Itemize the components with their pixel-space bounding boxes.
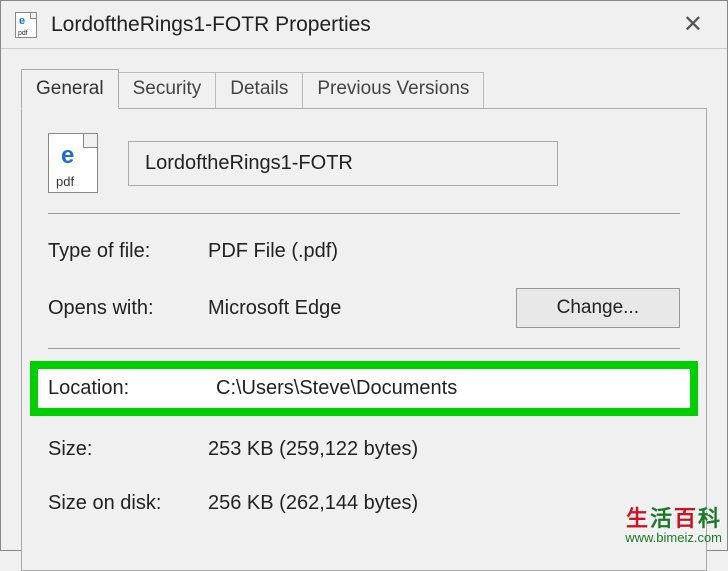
titlebar: e pdf LordoftheRings1-FOTR Properties ✕ [1, 1, 727, 49]
row-location-highlighted: Location: C:\Users\Steve\Documents [30, 361, 698, 416]
watermark-url: www.bimeiz.com [625, 531, 722, 545]
tab-security[interactable]: Security [118, 72, 217, 108]
label-sizedisk: Size on disk: [48, 492, 208, 515]
row-size: Size: 253 KB (259,122 bytes) [48, 432, 680, 466]
value-location: C:\Users\Steve\Documents [216, 377, 680, 400]
general-panel: e pdf LordoftheRings1-FOTR Type of file:… [21, 108, 707, 571]
label-opens: Opens with: [48, 297, 208, 320]
pdf-label: pdf [56, 174, 74, 189]
properties-window: e pdf LordoftheRings1-FOTR Properties ✕ … [0, 0, 728, 551]
watermark: 生活百科 www.bimeiz.com [625, 507, 722, 545]
divider [48, 348, 680, 349]
watermark-text: 生活百科 [625, 507, 722, 531]
close-button[interactable]: ✕ [673, 6, 713, 43]
row-size-on-disk: Size on disk: 256 KB (262,144 bytes) [48, 486, 680, 520]
pdf-label: pdf [18, 30, 28, 37]
label-type: Type of file: [48, 240, 208, 263]
file-header: e pdf LordoftheRings1-FOTR [48, 133, 680, 193]
window-title: LordoftheRings1-FOTR Properties [51, 13, 673, 37]
label-location: Location: [48, 377, 216, 400]
divider [48, 213, 680, 214]
tab-previous-versions[interactable]: Previous Versions [302, 72, 484, 108]
value-opens: Microsoft Edge [208, 297, 496, 320]
value-type: PDF File (.pdf) [208, 240, 680, 263]
row-opens-with: Opens with: Microsoft Edge Change... [48, 288, 680, 328]
label-size: Size: [48, 438, 208, 461]
change-button[interactable]: Change... [516, 288, 680, 328]
tab-general[interactable]: General [21, 69, 119, 109]
row-type: Type of file: PDF File (.pdf) [48, 234, 680, 268]
content-area: General Security Details Previous Versio… [1, 49, 727, 571]
tab-strip: General Security Details Previous Versio… [21, 69, 707, 108]
tab-details[interactable]: Details [215, 72, 303, 108]
edge-e-glyph: e [19, 15, 25, 27]
file-type-icon: e pdf [48, 133, 98, 193]
edge-e-glyph: e [61, 142, 74, 170]
filename-input[interactable]: LordoftheRings1-FOTR [128, 141, 558, 186]
pdf-file-icon: e pdf [15, 12, 37, 38]
value-size: 253 KB (259,122 bytes) [208, 438, 680, 461]
value-sizedisk: 256 KB (262,144 bytes) [208, 492, 680, 515]
